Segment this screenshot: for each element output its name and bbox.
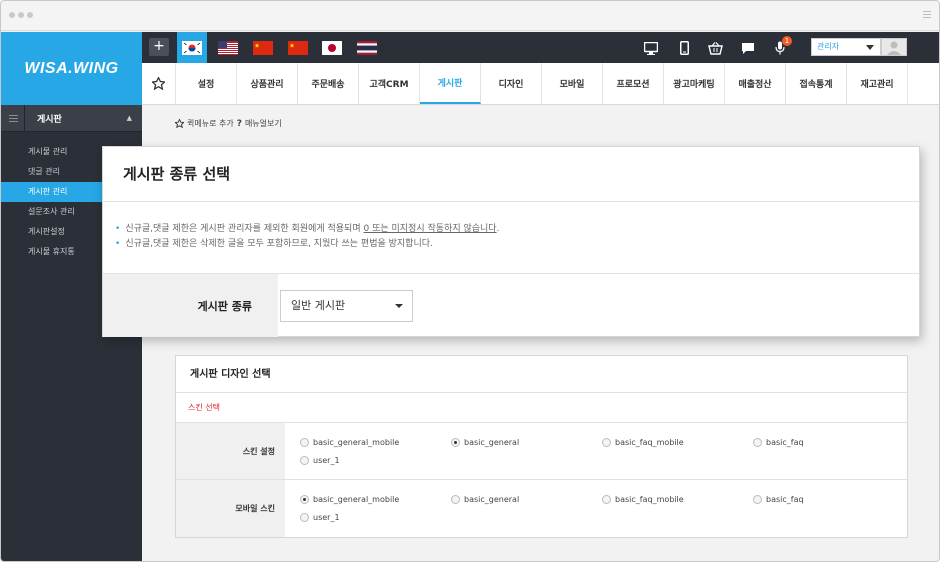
desktop-icon[interactable] <box>643 40 659 56</box>
top-bar: + 1 관리자 <box>142 32 939 63</box>
nav-item-mobile[interactable]: 모바일 <box>542 63 603 104</box>
japan-flag-icon[interactable] <box>317 32 347 63</box>
app-logo[interactable]: WISA.WING <box>1 32 142 105</box>
mobile-icon[interactable] <box>676 40 692 56</box>
radio-button[interactable] <box>451 437 460 447</box>
skin-option[interactable]: user_1 <box>300 454 451 466</box>
radio-button[interactable] <box>300 494 309 504</box>
modal-title: 게시판 종류 선택 <box>103 147 919 202</box>
quick-links: 퀵메뉴로 추가 ? 매뉴얼보기 <box>175 118 282 129</box>
logo-text: WISA.WING <box>24 59 119 77</box>
note-2: • 신규글,댓글 제한은 삭제한 글을 모두 포함하므로, 지웠다 쓰는 편법을 … <box>115 239 433 249</box>
radio-button[interactable] <box>753 437 762 447</box>
main-nav: 설정 상품관리 주문배송 고객CRM 게시판 디자인 모바일 프로모션 광고마케… <box>142 63 939 105</box>
radio-button[interactable] <box>602 494 611 504</box>
skin-option[interactable]: basic_general <box>451 436 602 448</box>
skin-select-heading: 스킨 선택 <box>176 393 907 423</box>
sidebar-section-header[interactable]: 게시판 ▲ <box>1 104 142 132</box>
mobile-skin-options: basic_general_mobile basic_general basic… <box>285 480 907 537</box>
basket-icon[interactable] <box>707 40 723 56</box>
korea-flag-icon[interactable] <box>177 32 207 63</box>
nav-item-stats[interactable]: 접속통계 <box>786 63 847 104</box>
chat-icon[interactable] <box>740 40 756 56</box>
radio-button[interactable] <box>451 494 460 504</box>
mobile-skin-option[interactable]: basic_general <box>451 493 602 505</box>
browser-menu-icon[interactable] <box>923 11 931 20</box>
skin-setting-label: 스킨 설정 <box>176 423 285 479</box>
nav-item-promotion[interactable]: 프로모션 <box>603 63 664 104</box>
list-icon <box>1 104 25 132</box>
mobile-skin-option[interactable]: basic_faq <box>753 493 904 505</box>
sidebar-section-title: 게시판 <box>37 114 62 125</box>
skin-option[interactable]: basic_general_mobile <box>300 436 451 448</box>
notification-badge: 1 <box>782 36 792 46</box>
nav-item-settings[interactable]: 설정 <box>176 63 237 104</box>
note-1: • 신규글,댓글 제한은 게시판 관리자를 제외한 회원에게 적용되며 0 또는 … <box>115 224 500 234</box>
admin-dropdown[interactable]: 관리자 <box>811 38 881 56</box>
board-type-select[interactable]: 일반 게시판 <box>280 289 413 322</box>
manual-link[interactable]: 매뉴얼보기 <box>245 118 282 129</box>
skin-option[interactable]: basic_faq <box>753 436 904 448</box>
board-design-panel: 게시판 디자인 선택 스킨 선택 스킨 설정 basic_general_mob… <box>175 355 908 538</box>
browser-window: WISA.WING 게시판 ▲ 게시물 관리 댓글 관리 게시판 관리 설문조사… <box>0 0 940 562</box>
add-quick-menu-link[interactable]: 퀵메뉴로 추가 <box>187 118 234 129</box>
radio-button[interactable] <box>300 512 309 522</box>
collapse-caret-icon[interactable]: ▲ <box>127 114 142 122</box>
board-type-label: 게시판 종류 <box>103 274 278 337</box>
mobile-skin-option[interactable]: basic_general_mobile <box>300 493 451 505</box>
usa-flag-icon[interactable] <box>213 32 243 63</box>
mobile-skin-option[interactable]: basic_faq_mobile <box>602 493 753 505</box>
mobile-skin-option[interactable]: user_1 <box>300 511 451 523</box>
nav-item-marketing[interactable]: 광고마케팅 <box>664 63 725 104</box>
modal-notes: • 신규글,댓글 제한은 게시판 관리자를 제외한 회원에게 적용되며 0 또는 … <box>103 202 919 274</box>
help-icon: ? <box>236 118 242 129</box>
avatar[interactable] <box>881 38 907 56</box>
microphone-icon[interactable]: 1 <box>772 36 792 56</box>
add-button[interactable]: + <box>149 38 169 56</box>
skin-options: basic_general_mobile basic_general basic… <box>285 423 907 479</box>
mobile-skin-row: 모바일 스킨 basic_general_mobile basic_genera… <box>176 480 907 537</box>
nav-item-board[interactable]: 게시판 <box>420 63 481 104</box>
nav-item-crm[interactable]: 고객CRM <box>359 63 420 104</box>
china-flag-icon[interactable] <box>248 32 278 63</box>
mobile-skin-label: 모바일 스킨 <box>176 480 285 537</box>
star-outline-icon <box>175 119 184 128</box>
nav-item-orders[interactable]: 주문배송 <box>298 63 359 104</box>
chevron-down-icon <box>866 45 874 50</box>
nav-item-design[interactable]: 디자인 <box>481 63 542 104</box>
star-icon[interactable] <box>142 63 176 104</box>
browser-chrome <box>1 1 939 31</box>
china-flag-icon[interactable] <box>283 32 313 63</box>
radio-button[interactable] <box>300 437 309 447</box>
radio-button[interactable] <box>300 455 309 465</box>
radio-button[interactable] <box>602 437 611 447</box>
window-dots <box>9 12 33 18</box>
chevron-down-icon <box>395 303 403 308</box>
admin-label: 관리자 <box>817 42 840 51</box>
radio-button[interactable] <box>753 494 762 504</box>
design-panel-title: 게시판 디자인 선택 <box>176 356 907 393</box>
board-type-modal: 게시판 종류 선택 • 신규글,댓글 제한은 게시판 관리자를 제외한 회원에게 … <box>102 146 920 337</box>
skin-setting-row: 스킨 설정 basic_general_mobile basic_general… <box>176 423 907 480</box>
nav-item-sales[interactable]: 매출정산 <box>725 63 786 104</box>
board-type-row: 게시판 종류 일반 게시판 <box>103 274 919 337</box>
thailand-flag-icon[interactable] <box>352 32 382 63</box>
nav-item-products[interactable]: 상품관리 <box>237 63 298 104</box>
skin-option[interactable]: basic_faq_mobile <box>602 436 753 448</box>
nav-item-inventory[interactable]: 재고관리 <box>847 63 908 104</box>
